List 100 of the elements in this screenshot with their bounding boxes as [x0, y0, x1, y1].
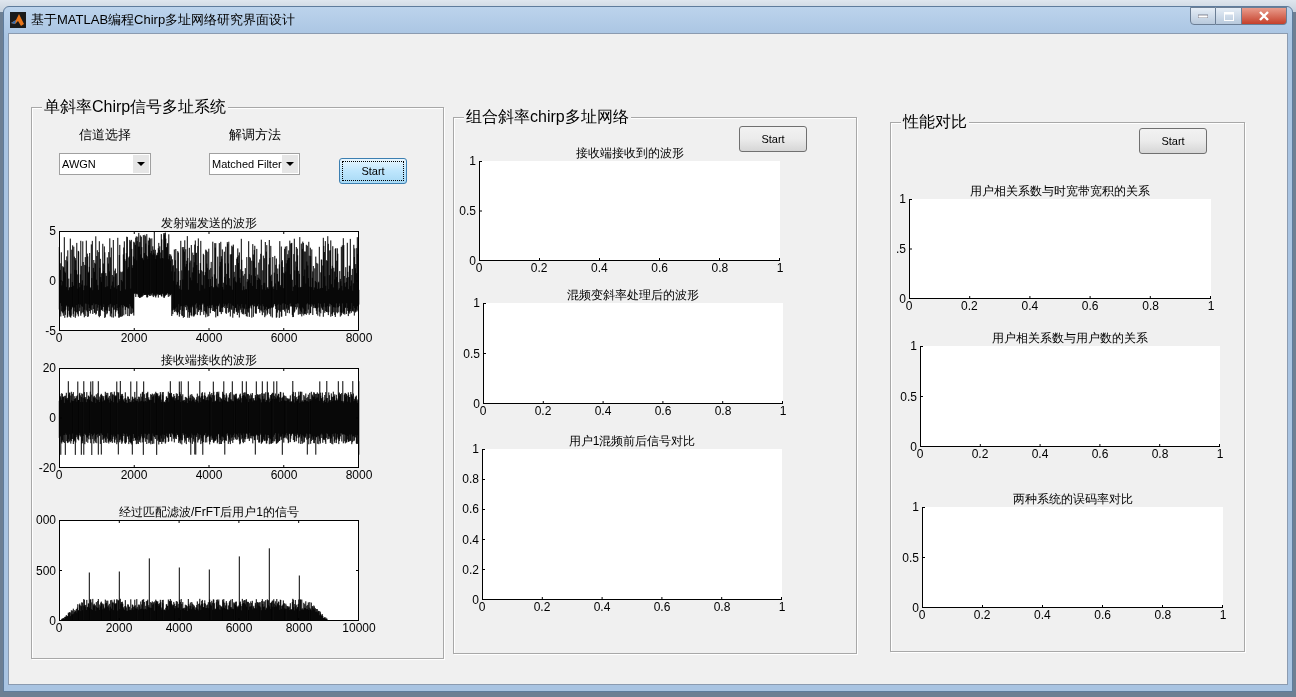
start-button[interactable]: Start — [339, 158, 407, 184]
tick-label: 0.4 — [1021, 300, 1039, 312]
tick-label: 2000 — [105, 622, 133, 634]
tick-label: 0.6 — [651, 262, 668, 274]
tick-label: 1 — [469, 155, 476, 167]
panel-title: 组合斜率chirp多址网络 — [464, 107, 631, 127]
tick-label: 0.8 — [1142, 300, 1159, 312]
tick-label: 0.2 — [534, 405, 552, 417]
minimize-icon — [1198, 14, 1208, 18]
tick-label: 0 — [49, 412, 56, 424]
tick-label: 1 — [473, 297, 480, 309]
tick-label: 0 — [472, 594, 479, 606]
tick-label: 6000 — [225, 622, 253, 634]
tick-label: 0.4 — [1031, 448, 1049, 460]
tick-label: 0 — [916, 448, 924, 460]
caret-icon — [282, 155, 298, 173]
tick-label: 0 — [918, 609, 926, 621]
tick-label: 4000 — [195, 469, 223, 481]
tick-label: 500 — [35, 564, 56, 577]
tick-label: 10000 — [342, 622, 376, 634]
plot-title: 用户相关系数与时宽带宽积的关系 — [970, 183, 1150, 199]
tick-label: 0.4 — [593, 601, 611, 613]
tick-label: 0 — [55, 622, 63, 634]
tick-label: 1 — [776, 262, 784, 274]
caret-icon — [133, 155, 149, 173]
tick-label: 0.6 — [1081, 300, 1099, 312]
tick-label: 1 — [899, 193, 906, 205]
tick-label: 1 — [1207, 300, 1215, 312]
tick-label: 0 — [912, 602, 919, 614]
tick-label: 0.4 — [594, 405, 612, 417]
tick-label: 0.2 — [530, 262, 548, 274]
tick-label: 0.6 — [1094, 609, 1111, 621]
window-title: 基于MATLAB编程Chirp多址网络研究界面设计 — [31, 11, 296, 29]
start-button[interactable]: Start — [1139, 128, 1207, 154]
tick-label: 8000 — [285, 622, 313, 634]
matlab-logo-icon — [10, 12, 26, 28]
dropdown[interactable]: Matched Filter — [209, 153, 300, 175]
tick-label: 20 — [42, 362, 56, 374]
plot-title: 两种系统的误码率对比 — [1012, 491, 1133, 507]
tick-label: 6000 — [270, 469, 298, 481]
tick-label: 0.2 — [533, 601, 551, 613]
tick-label: -20 — [38, 462, 56, 474]
plot-title: 发射端发送的波形 — [161, 215, 257, 231]
tick-label: 0.2 — [961, 300, 978, 312]
tick-label: 0 — [49, 275, 56, 287]
maximize-icon — [1223, 11, 1234, 21]
tick-label: 0.4 — [591, 262, 608, 274]
maximize-button[interactable] — [1216, 7, 1242, 25]
tick-label: 0.8 — [462, 473, 479, 486]
dropdown[interactable]: AWGN — [59, 153, 151, 175]
tick-label: 0.8 — [1151, 448, 1169, 460]
tick-label: 0.8 — [713, 601, 731, 613]
tick-label: 0 — [55, 332, 63, 344]
tick-label: 0.6 — [654, 405, 672, 417]
tick-label: 1 — [910, 340, 917, 352]
tick-label: 0 — [899, 293, 906, 305]
tick-label: 0.5 — [459, 205, 476, 217]
tick-label: 0.8 — [714, 405, 732, 417]
tick-label: 0.2 — [973, 609, 991, 621]
tick-label: 6000 — [270, 332, 298, 344]
tick-label: 0.2 — [462, 563, 479, 576]
minimize-button[interactable] — [1190, 7, 1216, 25]
tick-label: .5 — [896, 243, 906, 255]
tick-label: 0.6 — [462, 503, 479, 516]
field-label: 解调方法 — [228, 126, 281, 142]
tick-label: 0.6 — [1091, 448, 1109, 460]
panel-title: 性能对比 — [901, 112, 969, 132]
tick-label: 2000 — [120, 469, 148, 481]
tick-label: 1 — [778, 601, 786, 613]
tick-label: 0.6 — [653, 601, 671, 613]
field-label: 信道选择 — [79, 126, 131, 142]
close-icon — [1258, 11, 1270, 21]
plot-title: 经过匹配滤波/FrFT后用户1的信号 — [119, 504, 299, 520]
tick-label: 0 — [475, 262, 483, 274]
start-button[interactable]: Start — [739, 126, 807, 152]
plot-title: 用户1混频前后信号对比 — [568, 433, 696, 449]
tick-label: 8000 — [345, 332, 373, 344]
tick-label: 0.5 — [900, 390, 917, 403]
plot-title: 接收端接收到的波形 — [575, 145, 684, 161]
plot-title: 用户相关系数与用户数的关系 — [992, 330, 1148, 346]
tick-label: 0 — [55, 469, 63, 481]
tick-label: 0 — [910, 441, 917, 453]
tick-label: 1 — [779, 405, 787, 417]
tick-label: 0.8 — [1154, 609, 1172, 621]
tick-label: 4000 — [195, 332, 223, 344]
tick-label: 0 — [469, 255, 476, 267]
tick-label: 0.4 — [1034, 609, 1051, 621]
tick-label: 0 — [479, 405, 487, 417]
plot-title: 混频变斜率处理后的波形 — [567, 287, 699, 303]
tick-label: 0.4 — [462, 533, 479, 546]
tick-label: 0.5 — [463, 347, 480, 360]
tick-label: 000 — [35, 514, 56, 526]
close-button[interactable] — [1242, 7, 1287, 25]
tick-label: 5 — [49, 225, 56, 237]
tick-label: 1 — [472, 443, 479, 455]
tick-label: 2000 — [120, 332, 148, 344]
tick-label: 1 — [1216, 448, 1224, 460]
tick-label: 0 — [49, 615, 56, 627]
tick-label: 4000 — [165, 622, 193, 634]
tick-label: 1 — [912, 501, 919, 513]
